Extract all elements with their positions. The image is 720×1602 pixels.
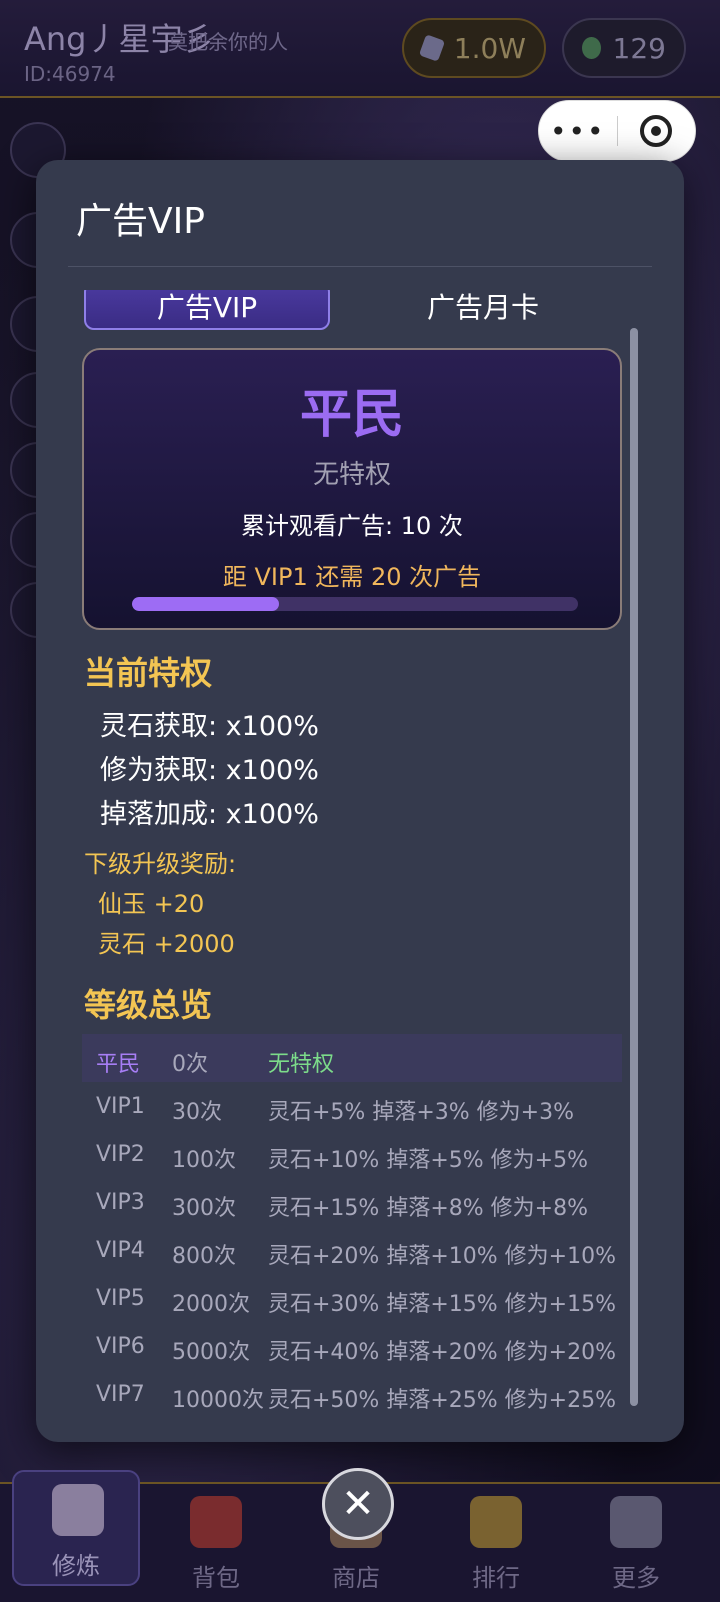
miniprogram-capsule: ••• bbox=[538, 100, 696, 162]
jade-amount: 129 bbox=[612, 31, 666, 65]
table-row: VIP2 100次 灵石+10% 掉落+5% 修为+5% bbox=[82, 1130, 622, 1178]
clipboard-icon bbox=[610, 1496, 662, 1548]
level-perks: 灵石+10% 掉落+5% 修为+5% bbox=[268, 1148, 588, 1173]
table-row: VIP4 800次 灵石+20% 掉落+10% 修为+10% bbox=[82, 1226, 622, 1274]
level-name: VIP3 bbox=[96, 1190, 145, 1215]
nav-label: 修炼 bbox=[52, 1552, 100, 1580]
level-name: VIP1 bbox=[96, 1094, 145, 1119]
nav-label: 更多 bbox=[612, 1564, 660, 1592]
nav-label: 排行 bbox=[472, 1564, 520, 1592]
level-ad-count: 2000次 bbox=[172, 1292, 250, 1317]
ad-vip-dialog: 广告VIP 广告VIP 广告月卡 平民 无特权 累计观看广告: 10 次 距 V… bbox=[36, 160, 684, 1442]
nav-label: 商店 bbox=[332, 1564, 380, 1592]
dialog-scrollbar[interactable] bbox=[630, 328, 638, 1406]
level-perks: 灵石+40% 掉落+20% 修为+20% bbox=[268, 1340, 616, 1365]
level-perks: 灵石+5% 掉落+3% 修为+3% bbox=[268, 1100, 574, 1125]
vip-status-card: 平民 无特权 累计观看广告: 10 次 距 VIP1 还需 20 次广告 bbox=[82, 348, 622, 630]
level-perks: 灵石+20% 掉落+10% 修为+10% bbox=[268, 1244, 616, 1269]
vip-progress-bar bbox=[132, 597, 578, 611]
level-perks: 灵石+15% 掉落+8% 修为+8% bbox=[268, 1196, 588, 1221]
trophy-icon bbox=[470, 1496, 522, 1548]
level-ad-count: 5000次 bbox=[172, 1340, 250, 1365]
nav-label: 背包 bbox=[192, 1564, 240, 1592]
level-perks: 灵石+50% 掉落+25% 修为+25% bbox=[268, 1388, 616, 1413]
table-row: VIP5 2000次 灵石+30% 掉落+15% 修为+15% bbox=[82, 1274, 622, 1322]
level-ad-count: 0次 bbox=[172, 1052, 208, 1077]
next-reward-stone: 灵石 +2000 bbox=[98, 930, 235, 958]
level-name: VIP2 bbox=[96, 1142, 145, 1167]
player-signature: 莫把余你的人 bbox=[168, 30, 288, 54]
jade-icon bbox=[582, 37, 601, 59]
level-name: VIP5 bbox=[96, 1286, 145, 1311]
tab-ad-vip[interactable]: 广告VIP bbox=[84, 290, 330, 330]
table-row: VIP3 300次 灵石+15% 掉落+8% 修为+8% bbox=[82, 1178, 622, 1226]
levels-overview-title: 等级总览 bbox=[84, 986, 213, 1024]
nav-item-ranking[interactable]: 排行 bbox=[432, 1484, 560, 1602]
vip-level-name: 平民 bbox=[299, 385, 404, 445]
vip-levels-table: 平民 0次 无特权 VIP1 30次 灵石+5% 掉落+3% 修为+3% VIP… bbox=[82, 1034, 622, 1418]
level-name: VIP4 bbox=[96, 1238, 145, 1263]
current-privileges-title: 当前特权 bbox=[84, 654, 213, 692]
title-divider bbox=[68, 266, 652, 267]
swords-icon bbox=[52, 1484, 104, 1536]
nav-item-backpack[interactable]: 背包 bbox=[152, 1484, 280, 1602]
level-ad-count: 800次 bbox=[172, 1244, 236, 1269]
table-row: VIP6 5000次 灵石+40% 掉落+20% 修为+20% bbox=[82, 1322, 622, 1370]
close-dialog-button[interactable]: ✕ bbox=[322, 1468, 394, 1540]
vip-perk-text: 无特权 bbox=[312, 460, 391, 490]
privilege-drop: 掉落加成: x100% bbox=[100, 799, 319, 830]
next-reward-jade: 仙玉 +20 bbox=[98, 890, 205, 918]
exit-miniprogram-button[interactable] bbox=[618, 115, 696, 147]
jade-counter[interactable]: 129 bbox=[562, 18, 686, 78]
spirit-stone-icon bbox=[418, 34, 445, 62]
dialog-title: 广告VIP bbox=[76, 201, 205, 242]
privilege-stone: 灵石获取: x100% bbox=[100, 711, 319, 742]
target-icon bbox=[640, 115, 673, 147]
player-id: ID:46974 bbox=[24, 62, 116, 86]
next-level-requirement: 距 VIP1 还需 20 次广告 bbox=[222, 563, 482, 591]
more-options-button[interactable]: ••• bbox=[539, 115, 617, 148]
scrollbar-thumb[interactable] bbox=[630, 328, 638, 1406]
next-reward-title: 下级升级奖励: bbox=[84, 850, 237, 878]
table-row: VIP7 10000次 灵石+50% 掉落+25% 修为+25% bbox=[82, 1370, 622, 1418]
nav-item-cultivate[interactable]: 修炼 bbox=[12, 1470, 140, 1586]
dialog-scroll-area[interactable]: 广告VIP 广告月卡 平民 无特权 累计观看广告: 10 次 距 VIP1 还需… bbox=[36, 290, 684, 1420]
privilege-cultivation: 修为获取: x100% bbox=[100, 755, 319, 786]
level-ad-count: 10000次 bbox=[172, 1388, 264, 1413]
level-ad-count: 100次 bbox=[172, 1148, 236, 1173]
level-name: VIP7 bbox=[96, 1382, 145, 1407]
top-bar: Ang丿星宇彡 莫把余你的人 ID:46974 1.0W 129 bbox=[0, 0, 720, 98]
table-row: 平民 0次 无特权 bbox=[82, 1034, 622, 1082]
level-name: VIP6 bbox=[96, 1334, 145, 1359]
level-perks: 无特权 bbox=[268, 1052, 335, 1077]
level-perks: 灵石+30% 掉落+15% 修为+15% bbox=[268, 1292, 616, 1317]
vip-progress-fill bbox=[132, 597, 280, 611]
table-row: VIP1 30次 灵石+5% 掉落+3% 修为+3% bbox=[82, 1082, 622, 1130]
nav-item-more[interactable]: 更多 bbox=[572, 1484, 700, 1602]
level-ad-count: 300次 bbox=[172, 1196, 236, 1221]
tab-ad-monthly-card[interactable]: 广告月卡 bbox=[338, 290, 628, 330]
ads-watched-text: 累计观看广告: 10 次 bbox=[241, 512, 463, 540]
level-name: 平民 bbox=[96, 1052, 141, 1077]
spirit-stone-counter[interactable]: 1.0W bbox=[402, 18, 546, 78]
backpack-icon bbox=[190, 1496, 242, 1548]
spirit-stone-amount: 1.0W bbox=[453, 31, 526, 65]
level-ad-count: 30次 bbox=[172, 1100, 222, 1125]
